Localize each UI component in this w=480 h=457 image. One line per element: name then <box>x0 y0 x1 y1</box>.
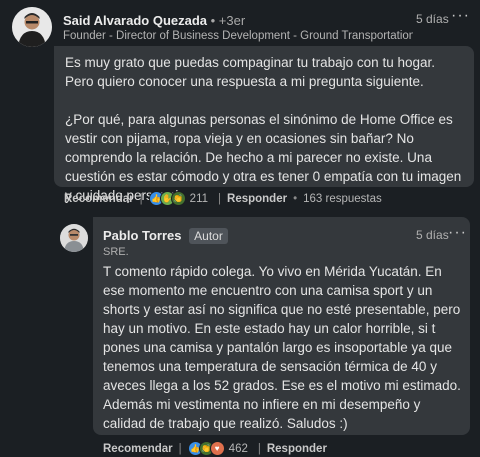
avatar[interactable] <box>60 224 88 252</box>
celebrate-icon: 👏 <box>170 191 186 206</box>
reaction-count[interactable]: 462 <box>229 443 248 455</box>
author-badge: Autor <box>189 228 228 244</box>
reactions-summary[interactable]: 👍 ✋ 👏 211 <box>148 191 208 206</box>
author-name[interactable]: Pablo Torres <box>103 228 182 243</box>
divider: | <box>139 192 143 205</box>
comment-timestamp: 5 días <box>416 12 449 26</box>
author-headline: SRE. <box>103 246 129 258</box>
author-headline: Founder - Director of Business Developme… <box>63 30 413 42</box>
like-button[interactable]: Recomendar <box>64 193 134 205</box>
comment-actions: Recomendar | 👍 ✋ 👏 211 | Responder • 163… <box>64 191 382 206</box>
reply-button[interactable]: Responder <box>227 193 287 205</box>
reply-button[interactable]: Responder <box>267 443 327 455</box>
replies-count[interactable]: 163 respuestas <box>303 193 382 205</box>
more-options-icon[interactable]: ··· <box>451 7 470 25</box>
reactions-summary[interactable]: 👍 👏 ♥ 462 <box>187 441 248 456</box>
more-options-icon[interactable]: ··· <box>448 224 467 242</box>
avatar[interactable] <box>12 7 52 47</box>
comment-paragraph: Es muy grato que puedas compaginar tu tr… <box>65 55 435 89</box>
comment-bubble: Es muy grato que puedas compaginar tu tr… <box>54 46 474 203</box>
divider: | <box>257 442 261 455</box>
love-icon: ♥ <box>209 441 225 456</box>
reaction-count[interactable]: 211 <box>190 193 208 205</box>
comment-timestamp: 5 días <box>416 228 449 242</box>
comment-author[interactable]: Said Alvarado Quezada • +3er <box>63 13 245 28</box>
author-name[interactable]: Said Alvarado Quezada <box>63 13 207 28</box>
comment-actions: Recomendar | 👍 👏 ♥ 462 | Responder <box>103 441 327 456</box>
divider: | <box>218 192 222 205</box>
bullet: • <box>293 192 298 205</box>
divider: | <box>178 442 182 455</box>
connection-degree: • +3er <box>210 13 246 28</box>
reply-text: T comento rápido colega. Yo vivo en Méri… <box>103 264 461 431</box>
like-button[interactable]: Recomendar <box>103 443 173 455</box>
comment-author[interactable]: Pablo Torres Autor <box>103 228 228 244</box>
